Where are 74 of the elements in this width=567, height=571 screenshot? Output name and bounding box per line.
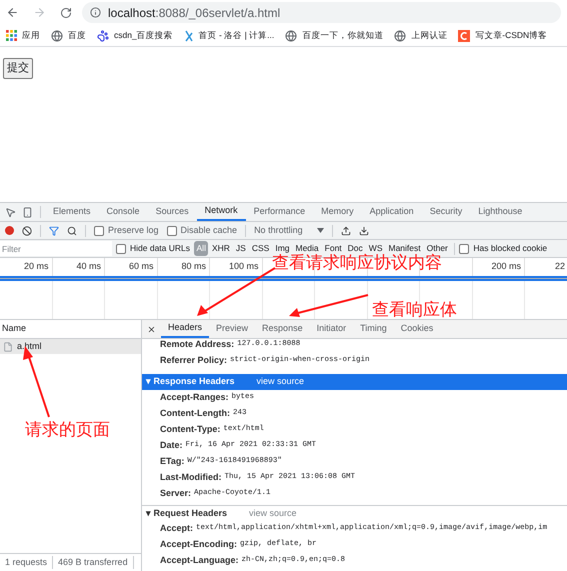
bookmark-link[interactable]: 应用 (6, 29, 40, 42)
clear-icon[interactable] (22, 226, 32, 236)
devtools-tab[interactable]: Lighthouse (470, 203, 530, 221)
checkbox-label: Hide data URLs (130, 242, 190, 255)
checkbox[interactable] (116, 244, 126, 254)
annotation-text: 查看响应体 (372, 301, 457, 318)
bookmark-link[interactable]: 百度一下，你就知道 (285, 29, 384, 42)
detail-tab[interactable]: Response (255, 320, 310, 338)
inspect-icon[interactable] (5, 206, 16, 218)
type-filter-button[interactable]: XHR (209, 241, 232, 256)
devtools-tab[interactable]: Application (362, 203, 422, 221)
c-logo-icon (458, 30, 470, 42)
bookmark-link[interactable]: 百度 (51, 29, 86, 42)
info-icon (90, 7, 101, 18)
filter-icon[interactable] (49, 226, 59, 236)
checkbox[interactable] (166, 226, 177, 236)
section-header[interactable]: ▾ Response Headers view source (142, 374, 567, 390)
bookmark-link[interactable]: 写文章-CSDN博客 (458, 29, 548, 42)
detail-tab[interactable]: Initiator (310, 320, 354, 338)
submit-button[interactable]: 提交 (3, 58, 33, 78)
download-icon[interactable] (358, 226, 369, 236)
apps-grid-icon (6, 30, 17, 41)
devtools-tab[interactable]: Security (422, 203, 470, 221)
column-header: Name (2, 322, 26, 336)
device-icon[interactable] (22, 206, 33, 218)
section-header[interactable]: ▾ Request Headers view source (142, 505, 567, 521)
detail-tab[interactable]: Preview (209, 320, 256, 338)
bookmark-link[interactable]: csdn_百度搜索 (97, 29, 173, 42)
reload-icon[interactable] (60, 6, 72, 18)
throttling-dropdown[interactable]: No throttling (254, 224, 324, 238)
time-tick: 200 ms (491, 260, 521, 274)
status-text: 469 B transferred (53, 556, 134, 570)
time-tick: 40 ms (76, 260, 101, 274)
annotation-text: 请求的页面 (25, 421, 110, 438)
paw-icon (97, 30, 109, 42)
time-tick: 20 ms (24, 260, 48, 274)
status-text: 1 requests (0, 556, 54, 570)
upload-icon[interactable] (340, 226, 351, 236)
bookmark-link[interactable]: 上网认证 (394, 29, 448, 42)
close-icon[interactable] (147, 324, 156, 334)
time-tick: 80 ms (181, 260, 206, 274)
type-filter-button[interactable]: JS (233, 241, 248, 256)
checkbox[interactable] (459, 244, 470, 254)
file-icon (3, 342, 13, 352)
globe-icon (285, 30, 298, 42)
time-tick: 22 (555, 260, 566, 274)
devtools-tab[interactable]: Sources (148, 203, 197, 221)
devtools-tab[interactable]: Performance (246, 203, 314, 221)
detail-tab[interactable]: Timing (353, 320, 394, 338)
checkbox-label: Has blocked cookie (473, 242, 548, 255)
checkbox-label: Preserve log (108, 224, 159, 237)
filter-field[interactable]: Filter (0, 241, 112, 256)
globe-icon (394, 30, 406, 42)
devtools-tab[interactable]: Memory (313, 203, 362, 221)
devtools-tab[interactable]: Console (98, 203, 148, 221)
checkbox-label: Disable cache (180, 224, 238, 237)
url-text: localhost:8088/_06servlet/a.html (108, 4, 280, 22)
devtools-tab[interactable]: Elements (45, 203, 99, 221)
search-icon[interactable] (67, 226, 77, 236)
type-filter-button[interactable]: Img (272, 241, 292, 256)
detail-tab[interactable]: Headers (161, 320, 210, 338)
checkbox[interactable] (94, 226, 104, 236)
record-icon[interactable] (5, 226, 14, 235)
detail-tab[interactable]: Cookies (394, 320, 440, 338)
time-tick: 60 ms (128, 260, 154, 274)
address-field[interactable]: localhost:8088/_06servlet/a.html (82, 2, 561, 23)
back-icon[interactable] (6, 6, 19, 19)
time-tick: 100 ms (228, 260, 258, 274)
caret-icon (316, 228, 324, 233)
bookmark-link[interactable]: 首页 - 洛谷 | 计算... (184, 29, 274, 42)
type-filter-button[interactable]: CSS (249, 241, 272, 256)
globe-icon (51, 30, 63, 42)
annotation-text: 查看请求响应协议内容 (272, 254, 442, 271)
request-row[interactable]: a.html (0, 339, 141, 354)
